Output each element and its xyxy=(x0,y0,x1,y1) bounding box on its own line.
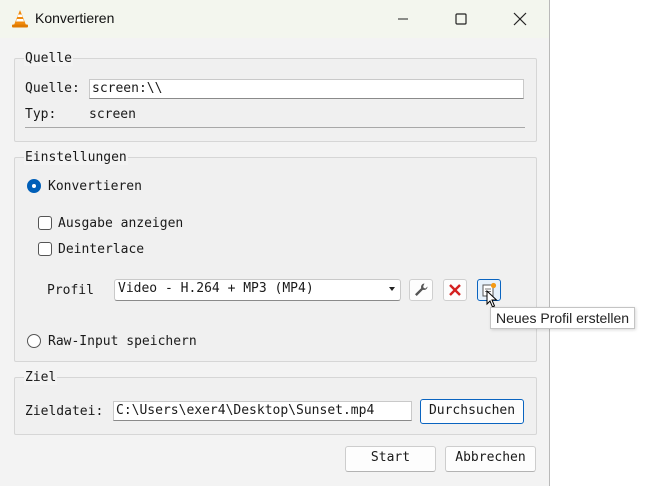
wrench-icon xyxy=(415,283,428,296)
tooltip: Neues Profil erstellen xyxy=(490,307,636,329)
profile-label: Profil xyxy=(47,283,94,298)
show-output-label[interactable]: Ausgabe anzeigen xyxy=(58,216,183,231)
convert-dialog: Konvertieren Quelle Quelle: screen:\\ Ty… xyxy=(0,0,550,486)
settings-group-title: Einstellungen xyxy=(24,150,128,165)
source-group xyxy=(14,58,537,142)
start-button[interactable]: Start xyxy=(345,446,436,472)
destination-file-input[interactable]: C:\Users\exer4\Desktop\Sunset.mp4 xyxy=(113,401,412,421)
close-icon[interactable] xyxy=(497,0,543,38)
type-label: Typ: xyxy=(25,107,57,122)
raw-input-label[interactable]: Raw-Input speichern xyxy=(48,334,197,349)
profile-select-value: Video - H.264 + MP3 (MP4) xyxy=(118,281,314,296)
type-value: screen xyxy=(89,107,136,122)
destination-file-label: Zieldatei: xyxy=(25,404,104,419)
maximize-icon[interactable] xyxy=(438,0,484,38)
source-input[interactable]: screen:\\ xyxy=(89,79,524,99)
minimize-icon[interactable] xyxy=(380,0,426,38)
source-label: Quelle: xyxy=(25,81,80,96)
deinterlace-label[interactable]: Deinterlace xyxy=(58,242,144,257)
source-group-title: Quelle xyxy=(24,51,73,66)
window-title: Konvertieren xyxy=(35,10,115,26)
deinterlace-checkbox[interactable] xyxy=(38,242,52,256)
vlc-cone-icon xyxy=(10,9,30,29)
edit-profile-button[interactable] xyxy=(409,279,433,301)
cancel-button[interactable]: Abbrechen xyxy=(445,446,536,472)
convert-radio-label[interactable]: Konvertieren xyxy=(48,179,142,194)
convert-radio[interactable] xyxy=(27,179,41,193)
source-divider xyxy=(25,127,525,128)
destination-group-title: Ziel xyxy=(24,370,58,385)
delete-x-icon xyxy=(449,284,461,296)
show-output-checkbox[interactable] xyxy=(38,216,52,230)
chevron-down-icon xyxy=(389,287,395,291)
raw-input-radio[interactable] xyxy=(27,334,41,348)
delete-profile-button[interactable] xyxy=(443,279,467,301)
title-bar[interactable]: Konvertieren xyxy=(0,0,549,38)
browse-button[interactable]: Durchsuchen xyxy=(420,399,524,424)
profile-select[interactable]: Video - H.264 + MP3 (MP4) xyxy=(114,279,401,301)
